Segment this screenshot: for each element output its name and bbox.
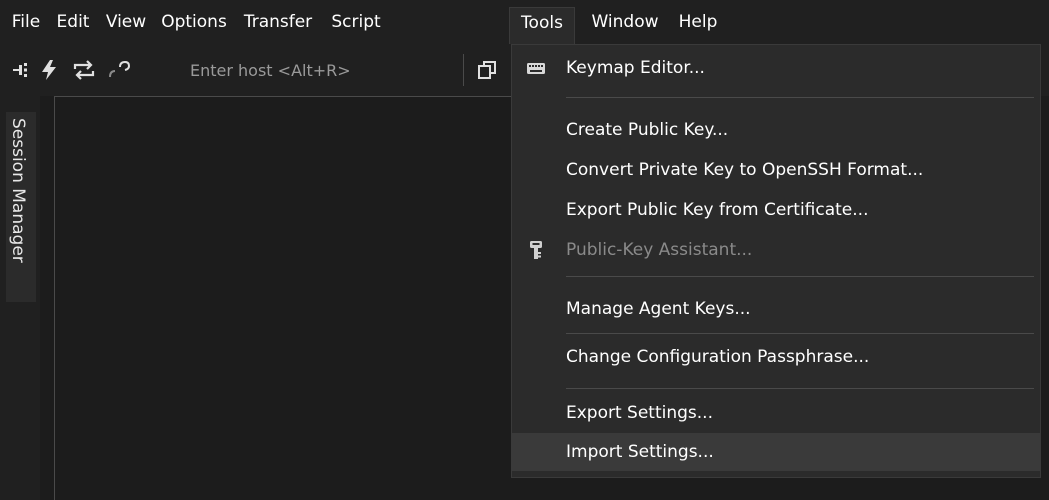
menu-options[interactable]: Options [156, 8, 232, 36]
menu-separator [566, 276, 1034, 277]
disconnect-icon[interactable] [106, 58, 132, 82]
menu-item-manage-agent-keys[interactable]: Manage Agent Keys... [512, 292, 1040, 326]
tools-dropdown-menu: Keymap Editor... Create Public Key... Co… [511, 44, 1041, 478]
menu-separator [566, 388, 1034, 389]
keyboard-icon [526, 58, 546, 78]
menu-item-label: Export Settings... [566, 403, 713, 423]
menu-view[interactable]: View [100, 8, 152, 36]
menu-item-label: Keymap Editor... [566, 58, 705, 78]
menu-item-export-public-key[interactable]: Export Public Key from Certificate... [512, 193, 1040, 227]
menu-tools[interactable]: Tools [509, 7, 575, 45]
menu-help[interactable]: Help [670, 8, 726, 36]
menu-separator [566, 333, 1034, 334]
toolbar-separator [463, 54, 464, 86]
menu-item-change-config-passphrase[interactable]: Change Configuration Passphrase... [512, 340, 1040, 374]
menu-window[interactable]: Window [584, 8, 666, 36]
menu-edit[interactable]: Edit [50, 8, 96, 36]
menu-separator [566, 97, 1034, 98]
session-manager-label: Session Manager [8, 118, 28, 263]
app-window: File Edit View Options Transfer Script T… [0, 0, 1049, 500]
key-icon [526, 240, 546, 260]
connect-icon[interactable] [10, 58, 32, 82]
menu-item-import-settings[interactable]: Import Settings... [512, 433, 1040, 471]
menu-item-export-settings[interactable]: Export Settings... [512, 396, 1040, 430]
menu-item-convert-private-key[interactable]: Convert Private Key to OpenSSH Format... [512, 153, 1040, 187]
menu-bar: File Edit View Options Transfer Script T… [0, 0, 1049, 45]
host-input[interactable] [184, 52, 454, 88]
menu-script[interactable]: Script [322, 8, 390, 36]
menu-item-label: Public-Key Assistant... [566, 240, 753, 260]
menu-item-label: Manage Agent Keys... [566, 299, 751, 319]
menu-transfer[interactable]: Transfer [234, 8, 322, 36]
menu-item-label: Import Settings... [566, 442, 714, 462]
lightning-icon[interactable] [38, 58, 60, 82]
menu-item-label: Create Public Key... [566, 120, 729, 140]
clone-session-icon[interactable] [474, 58, 500, 82]
menu-item-label: Export Public Key from Certificate... [566, 200, 869, 220]
menu-item-keymap-editor[interactable]: Keymap Editor... [512, 51, 1040, 85]
menu-file[interactable]: File [4, 8, 48, 36]
menu-item-public-key-assistant: Public-Key Assistant... [512, 233, 1040, 267]
menu-item-label: Convert Private Key to OpenSSH Format... [566, 160, 924, 180]
menu-item-create-public-key[interactable]: Create Public Key... [512, 113, 1040, 147]
menu-item-label: Change Configuration Passphrase... [566, 347, 870, 367]
session-manager-tab[interactable]: Session Manager [6, 112, 36, 302]
reconnect-icon[interactable] [70, 58, 98, 82]
